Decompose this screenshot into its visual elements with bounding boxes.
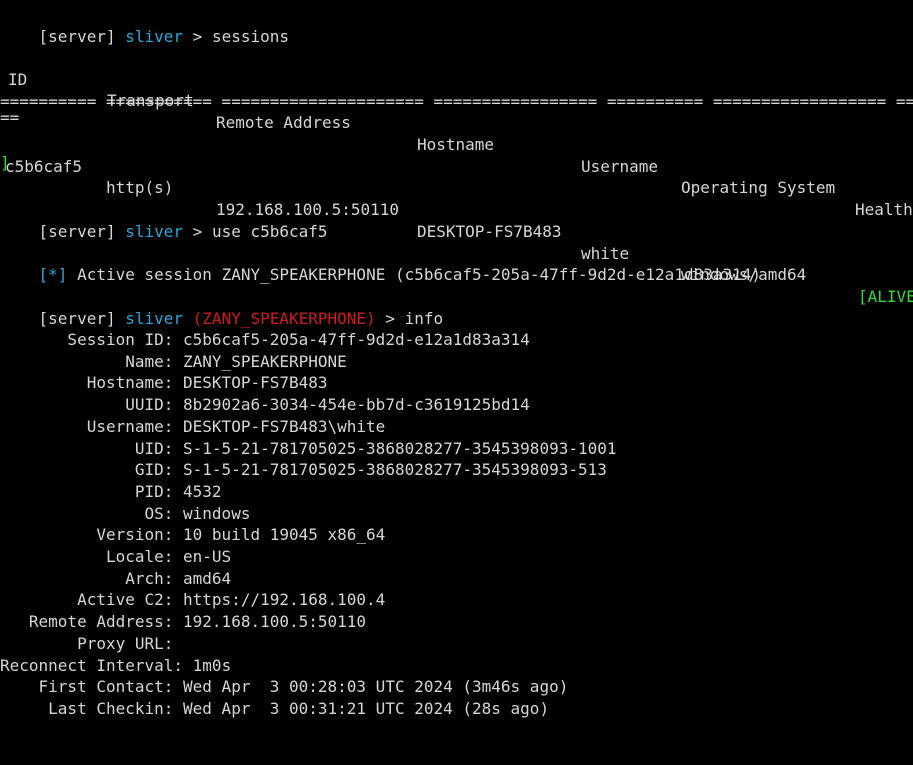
sessions-table-header: ID Transport Remote Address Hostname Use… (0, 47, 913, 219)
info-row: GID: S-1-5-21-781705025-3868028277-35453… (0, 459, 607, 481)
prompt-line-current: [server] sliver (ZANY_SPEAKERPHONE) > (0, 740, 414, 765)
table-row: c5b6caf5 http(s) 192.168.100.5:50110 DES… (0, 134, 913, 306)
info-row: Name: ZANY_SPEAKERPHONE (0, 351, 347, 373)
prompt-line-info: [server] sliver (ZANY_SPEAKERPHONE) > in… (0, 286, 444, 328)
terminal-window[interactable]: [server] sliver > sessions ID Transport … (0, 0, 913, 765)
prompt-arrow: > (192, 221, 203, 241)
prompt-app: sliver (125, 26, 184, 46)
table-row-wrap: ] (0, 153, 10, 172)
info-label: Last Checkin: (0, 698, 174, 718)
info-row: PID: 4532 (0, 481, 222, 503)
info-value: amd64 (173, 568, 232, 588)
info-value: DESKTOP-FS7B483 (173, 373, 328, 393)
info-label: OS: (0, 503, 174, 523)
info-label: Version: (0, 525, 174, 545)
info-marker-icon: [*] (38, 264, 68, 284)
info-value: S-1-5-21-781705025-3868028277-3545398093… (173, 460, 607, 480)
cell-id: c5b6caf5 (5, 156, 83, 176)
info-row: UID: S-1-5-21-781705025-3868028277-35453… (0, 438, 617, 460)
cell-hostname: DESKTOP-FS7B483 (417, 221, 562, 241)
command-text: use c5b6caf5 (211, 221, 328, 241)
info-row: Arch: amd64 (0, 568, 231, 590)
command-text: sessions (211, 26, 290, 46)
header-health: Health (855, 199, 913, 219)
info-label: Session ID: (0, 330, 174, 349)
info-label: UID: (0, 438, 174, 458)
info-value: Wed Apr 3 00:28:03 UTC 2024 (3m46s ago) (173, 677, 569, 697)
info-value: ZANY_SPEAKERPHONE (173, 351, 347, 371)
info-row: Session ID: c5b6caf5-205a-47ff-9d2d-e12a… (0, 329, 530, 351)
info-label: GID: (0, 460, 174, 480)
prompt-line-use: [server] sliver > use c5b6caf5 (0, 199, 328, 241)
info-value: Wed Apr 3 00:31:21 UTC 2024 (28s ago) (173, 698, 550, 718)
info-value: 4532 (173, 481, 222, 501)
info-row: Username: DESKTOP-FS7B483\white (0, 416, 386, 438)
info-row: Hostname: DESKTOP-FS7B483 (0, 372, 328, 394)
info-label: Username: (0, 416, 174, 436)
info-value: windows (173, 503, 251, 523)
prompt-server: [server] (38, 26, 116, 46)
header-username: Username (581, 156, 659, 176)
info-row: Reconnect Interval: 1m0s (0, 655, 231, 677)
prompt-app: sliver (125, 308, 184, 328)
info-row: Last Checkin: Wed Apr 3 00:31:21 UTC 202… (0, 698, 549, 720)
info-value: 1m0s (183, 655, 232, 675)
active-session-text: Active session ZANY_SPEAKERPHONE (c5b6ca… (77, 264, 762, 284)
info-value: 10 build 19045 x86_64 (173, 525, 386, 545)
active-session-line: [*] Active session ZANY_SPEAKERPHONE (c5… (0, 242, 761, 284)
header-operating-system: Operating System (681, 178, 836, 198)
header-remote-address: Remote Address (216, 113, 351, 133)
prompt-server: [server] (38, 221, 116, 241)
info-row: Version: 10 build 19045 x86_64 (0, 524, 385, 546)
info-row: UUID: 8b2902a6-3034-454e-bb7d-c3619125bd… (0, 394, 530, 416)
info-label: Active C2: (0, 590, 174, 610)
cell-transport: http(s) (106, 178, 174, 198)
info-row: Remote Address: 192.168.100.5:50110 (0, 611, 366, 633)
prompt-arrow: > (192, 26, 203, 46)
info-label: Proxy URL: (0, 633, 174, 653)
prompt-line-sessions: [server] sliver > sessions (0, 4, 289, 46)
info-label: Name: (0, 351, 174, 371)
info-row: First Contact: Wed Apr 3 00:28:03 UTC 20… (0, 676, 569, 698)
info-value: 192.168.100.5:50110 (173, 612, 367, 632)
info-value: S-1-5-21-781705025-3868028277-3545398093… (173, 438, 617, 458)
info-label: Reconnect Interval: (0, 655, 184, 675)
info-value: c5b6caf5-205a-47ff-9d2d-e12a1d83a314 (173, 330, 530, 349)
command-text: info (404, 308, 444, 328)
prompt-server: [server] (38, 308, 116, 328)
info-value: 8b2902a6-3034-454e-bb7d-c3619125bd14 (173, 395, 530, 415)
info-row: Proxy URL: (0, 633, 173, 655)
info-value: DESKTOP-FS7B483\white (173, 416, 386, 436)
info-label: Locale: (0, 547, 174, 566)
info-row: Active C2: https://192.168.100.4 (0, 589, 385, 611)
info-value: https://192.168.100.4 (173, 590, 386, 610)
cell-health: [ALIVE (858, 286, 913, 306)
info-label: UUID: (0, 395, 174, 415)
info-value: en-US (173, 547, 232, 566)
info-label: Arch: (0, 568, 174, 588)
prompt-arrow: > (385, 308, 395, 328)
info-label: PID: (0, 481, 174, 501)
table-separator-wrap: == (0, 108, 20, 127)
table-separator: ========== =========== =================… (0, 92, 913, 111)
prompt-session: (ZANY_SPEAKERPHONE) (192, 308, 376, 328)
info-label: First Contact: (0, 677, 174, 697)
info-label: Hostname: (0, 373, 174, 393)
info-label: Remote Address: (0, 612, 174, 632)
info-row: Locale: en-US (0, 546, 231, 568)
info-row: OS: windows (0, 503, 250, 525)
prompt-app: sliver (125, 221, 184, 241)
header-id: ID (8, 69, 28, 89)
